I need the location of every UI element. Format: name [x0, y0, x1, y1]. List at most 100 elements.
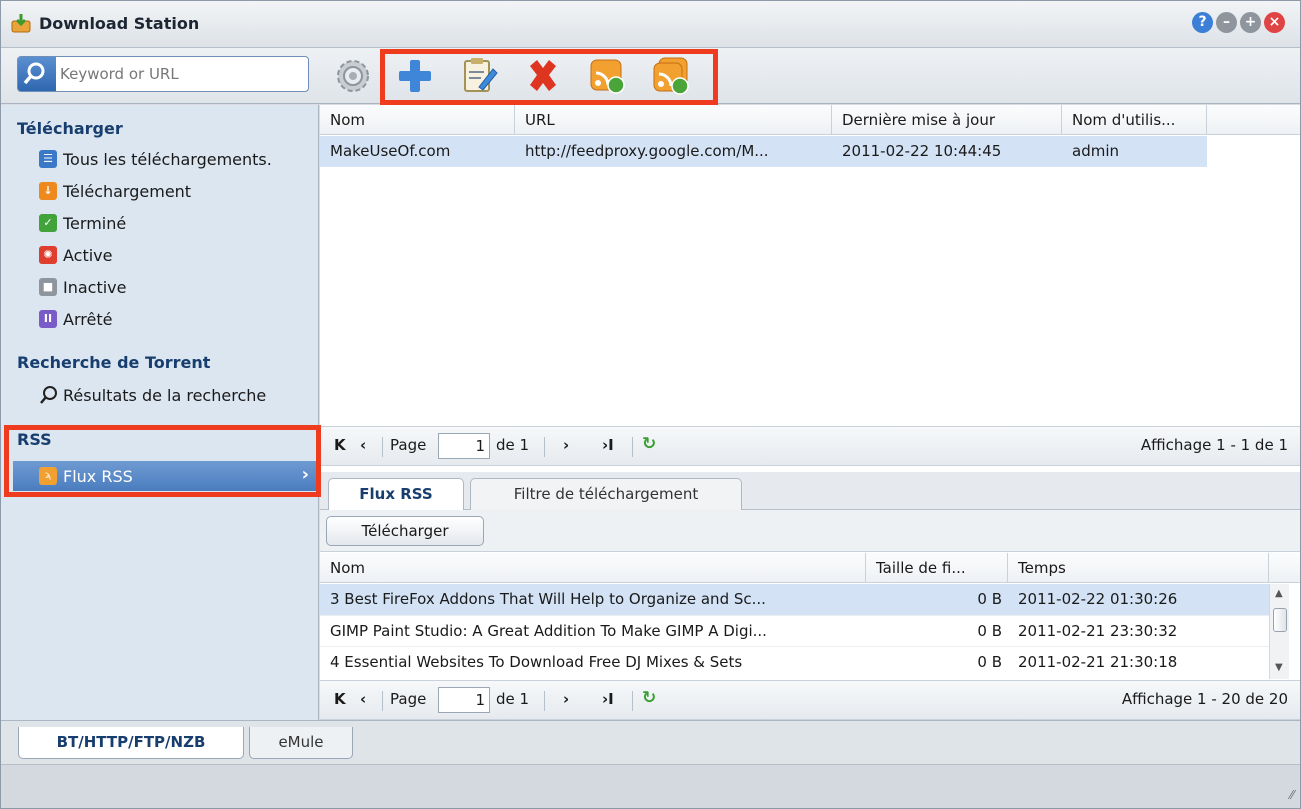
refresh-icon[interactable]: ↻: [642, 434, 656, 454]
refresh-icon[interactable]: ↻: [642, 688, 656, 708]
first-page-icon[interactable]: K: [334, 690, 346, 708]
delete-icon[interactable]: [521, 54, 565, 98]
active-icon: ✺: [39, 246, 57, 264]
scroll-down-icon[interactable]: ▼: [1275, 662, 1283, 673]
column-header-name[interactable]: Nom: [320, 553, 866, 583]
feed-updated: 2011-02-22 10:44:45: [842, 142, 1002, 160]
tab-rss-feed[interactable]: Flux RSS: [328, 478, 464, 510]
edit-icon[interactable]: [457, 54, 501, 98]
resize-grip-icon[interactable]: ⁄⁄: [1290, 788, 1294, 802]
rss-icon: ϡ: [39, 467, 57, 485]
sidebar-item-all-downloads[interactable]: ☰ Tous les téléchargements.: [39, 145, 272, 173]
next-page-icon[interactable]: ›: [563, 690, 569, 708]
last-page-icon[interactable]: ›I: [602, 436, 614, 454]
search-box[interactable]: [17, 56, 309, 92]
sidebar-item-downloading[interactable]: ↓ Téléchargement: [39, 177, 191, 205]
sidebar-item-label: Inactive: [63, 277, 127, 297]
keyword-url-input[interactable]: [60, 57, 304, 91]
detail-tabs: Flux RSS Filtre de téléchargement: [320, 472, 1300, 510]
item-name: 4 Essential Websites To Download Free DJ…: [330, 653, 743, 671]
table-row[interactable]: GIMP Paint Studio: A Great Addition To M…: [320, 615, 1269, 646]
sidebar-item-label: Arrêté: [63, 309, 113, 329]
tab-emule[interactable]: eMule: [249, 727, 353, 759]
first-page-icon[interactable]: K: [334, 436, 346, 454]
main-panel: Nom URL Dernière mise à jour Nom d'utili…: [320, 105, 1300, 720]
search-icon[interactable]: [18, 57, 56, 91]
page-count: de 1: [496, 436, 530, 454]
items-scrollbar[interactable]: ▲ ▼: [1269, 584, 1289, 679]
download-button[interactable]: Télécharger: [326, 516, 484, 546]
item-name: GIMP Paint Studio: A Great Addition To M…: [330, 622, 767, 640]
sidebar-item-label: Téléchargement: [63, 181, 192, 201]
help-icon[interactable]: ?: [1192, 12, 1213, 33]
sidebar-item-label: Active: [63, 245, 113, 265]
previous-page-icon[interactable]: ‹: [360, 690, 366, 708]
scroll-thumb[interactable]: [1273, 608, 1287, 632]
rss-section-title: RSS: [17, 430, 52, 449]
previous-page-icon[interactable]: ‹: [360, 436, 366, 454]
rss-refresh-icon[interactable]: [585, 54, 629, 98]
sidebar-item-search-results[interactable]: Résultats de la recherche: [39, 381, 266, 409]
item-time: 2011-02-21 21:30:18: [1018, 653, 1178, 671]
action-bar: Télécharger: [320, 510, 1300, 552]
item-size: 0 B: [977, 653, 1002, 671]
feeds-pager: K ‹ Page 1 de 1 › ›I ↻ Affichage 1 - 1 d…: [320, 426, 1300, 466]
table-row[interactable]: 3 Best FireFox Addons That Will Help to …: [320, 584, 1269, 615]
sidebar-item-label: Flux RSS: [63, 466, 133, 486]
rss-refresh-all-icon[interactable]: [649, 54, 693, 98]
display-count: Affichage 1 - 1 de 1: [1140, 436, 1288, 454]
separator: [544, 437, 545, 457]
column-header-time[interactable]: Temps: [1008, 553, 1269, 583]
sidebar-item-label: Terminé: [63, 213, 127, 233]
items-table-header: Nom Taille de fi... Temps: [320, 553, 1300, 583]
table-row[interactable]: 4 Essential Websites To Download Free DJ…: [320, 646, 1269, 677]
add-icon[interactable]: [393, 54, 437, 98]
column-header-url[interactable]: URL: [515, 105, 832, 135]
title-bar: Download Station ? – + ×: [1, 1, 1300, 48]
table-row[interactable]: MakeUseOf.com http://feedproxy.google.co…: [320, 136, 1207, 167]
sidebar: Télécharger ☰ Tous les téléchargements. …: [1, 105, 319, 720]
sidebar-item-inactive[interactable]: ■ Inactive: [39, 273, 127, 301]
page-number-input[interactable]: 1: [438, 433, 490, 459]
column-header-size[interactable]: Taille de fi...: [866, 553, 1008, 583]
download-station-app-icon: [11, 14, 31, 33]
scroll-up-icon[interactable]: ▲: [1275, 588, 1283, 599]
feed-user: admin: [1072, 142, 1119, 160]
close-icon[interactable]: ×: [1264, 12, 1285, 33]
download-station-window: Download Station ? – + × Keyword or URL …: [0, 0, 1301, 809]
download-section-title: Télécharger: [17, 119, 123, 138]
maximize-icon[interactable]: +: [1240, 12, 1261, 33]
column-header-updated[interactable]: Dernière mise à jour: [832, 105, 1062, 135]
chevron-right-icon: ›: [301, 464, 309, 485]
column-header-user[interactable]: Nom d'utilis...: [1062, 105, 1207, 135]
protocol-tabs: BT/HTTP/FTP/NZB eMule: [1, 720, 1300, 764]
sidebar-item-finished[interactable]: ✓ Terminé: [39, 209, 126, 237]
pause-icon: II: [39, 310, 57, 328]
page-number-input[interactable]: 1: [438, 687, 490, 713]
tab-bt-http-ftp-nzb[interactable]: BT/HTTP/FTP/NZB: [18, 727, 244, 759]
torrent-search-section-title: Recherche de Torrent: [17, 353, 211, 372]
last-page-icon[interactable]: ›I: [602, 690, 614, 708]
page-label: Page: [390, 436, 427, 454]
next-page-icon[interactable]: ›: [563, 436, 569, 454]
separator: [544, 691, 545, 711]
tab-download-filter[interactable]: Filtre de téléchargement: [470, 478, 742, 510]
page-count: de 1: [496, 690, 530, 708]
sidebar-item-stopped[interactable]: II Arrêté: [39, 305, 112, 333]
feed-name: MakeUseOf.com: [330, 142, 451, 160]
list-icon: ☰: [39, 150, 57, 168]
download-arrow-icon: ↓: [39, 182, 57, 200]
feeds-table-header: Nom URL Dernière mise à jour Nom d'utili…: [320, 105, 1300, 135]
toolbar: [1, 48, 1300, 104]
sidebar-item-active[interactable]: ✺ Active: [39, 241, 113, 269]
settings-gear-icon[interactable]: [331, 54, 375, 98]
feed-url: http://feedproxy.google.com/M...: [525, 142, 769, 160]
item-time: 2011-02-22 01:30:26: [1018, 590, 1178, 608]
item-name: 3 Best FireFox Addons That Will Help to …: [330, 590, 766, 608]
item-size: 0 B: [977, 622, 1002, 640]
sidebar-item-rss-feed[interactable]: ϡ Flux RSS ›: [13, 461, 317, 491]
minimize-icon[interactable]: –: [1216, 12, 1237, 33]
sidebar-item-label: Résultats de la recherche: [63, 385, 267, 405]
item-time: 2011-02-21 23:30:32: [1018, 622, 1178, 640]
column-header-name[interactable]: Nom: [320, 105, 515, 135]
